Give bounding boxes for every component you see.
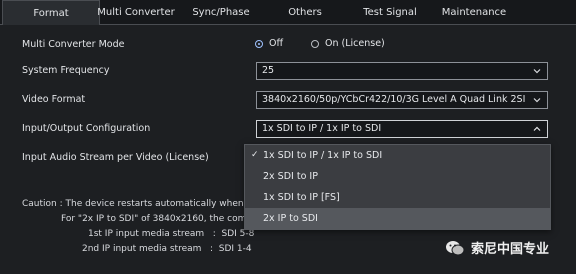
io-config-select[interactable]: 1x SDI to IP / 1x IP to SDI bbox=[256, 120, 548, 138]
option-label: 1x SDI to IP / 1x IP to SDI bbox=[263, 150, 383, 161]
tab-sync-phase[interactable]: Sync/Phase bbox=[186, 0, 256, 24]
tab-maintenance[interactable]: Maintenance bbox=[436, 0, 512, 24]
tab-bar: Format Multi Converter Sync/Phase Others… bbox=[0, 0, 576, 25]
radio-on-license[interactable]: On (License) bbox=[311, 38, 385, 49]
chevron-up-icon bbox=[533, 126, 541, 131]
system-frequency-value: 25 bbox=[262, 65, 275, 76]
io-option-1x-sdi-to-ip-1x-ip-to-sdi[interactable]: ✓ 1x SDI to IP / 1x IP to SDI bbox=[245, 145, 550, 166]
watermark-text: 索尼中国专业 bbox=[471, 242, 550, 257]
caution-line-3: 1st IP input media stream : SDI 5-8 bbox=[88, 229, 255, 239]
tab-others[interactable]: Others bbox=[277, 0, 333, 24]
option-label: 1x SDI to IP [FS] bbox=[263, 192, 340, 203]
video-format-value: 3840x2160/50p/YCbCr422/10/3G Level A Qua… bbox=[262, 94, 526, 105]
radio-off-label: Off bbox=[269, 38, 284, 49]
option-label: 2x IP to SDI bbox=[263, 213, 318, 224]
radio-on-license-label: On (License) bbox=[325, 38, 385, 49]
radio-unselected-indicator bbox=[311, 39, 319, 48]
chevron-down-icon bbox=[533, 98, 541, 103]
video-format-label: Video Format bbox=[22, 94, 86, 105]
chevron-down-icon bbox=[533, 69, 541, 74]
io-config-dropdown-list: ✓ 1x SDI to IP / 1x IP to SDI 2x SDI to … bbox=[244, 144, 551, 230]
caution-line-4: 2nd IP input media stream : SDI 1-4 bbox=[82, 244, 252, 254]
caution-line-1: Caution : The device restarts automatica… bbox=[22, 199, 266, 209]
option-label: 2x SDI to IP bbox=[263, 171, 318, 182]
io-option-1x-sdi-to-ip-fs[interactable]: 1x SDI to IP [FS] bbox=[245, 187, 550, 208]
io-option-2x-ip-to-sdi[interactable]: 2x IP to SDI bbox=[245, 208, 550, 229]
wechat-icon bbox=[446, 240, 465, 255]
system-frequency-select[interactable]: 25 bbox=[256, 62, 548, 80]
tab-test-signal[interactable]: Test Signal bbox=[356, 0, 424, 24]
checkmark-icon: ✓ bbox=[251, 150, 259, 160]
radio-selected-indicator bbox=[255, 39, 263, 48]
tab-multi-converter[interactable]: Multi Converter bbox=[96, 0, 176, 24]
io-option-2x-sdi-to-ip[interactable]: 2x SDI to IP bbox=[245, 166, 550, 187]
system-frequency-label: System Frequency bbox=[22, 65, 110, 76]
tab-format[interactable]: Format bbox=[2, 0, 100, 25]
video-format-select[interactable]: 3840x2160/50p/YCbCr422/10/3G Level A Qua… bbox=[256, 91, 548, 109]
io-config-label: Input/Output Configuration bbox=[22, 123, 151, 134]
audio-stream-label: Input Audio Stream per Video (License) bbox=[22, 152, 209, 163]
io-config-value: 1x SDI to IP / 1x IP to SDI bbox=[262, 123, 382, 134]
watermark: 索尼中国专业 bbox=[445, 238, 549, 257]
multi-converter-mode-label: Multi Converter Mode bbox=[22, 39, 125, 50]
radio-off[interactable]: Off bbox=[255, 38, 283, 49]
caution-line-2: For "2x IP to SDI" of 3840x2160, the com… bbox=[61, 214, 266, 224]
